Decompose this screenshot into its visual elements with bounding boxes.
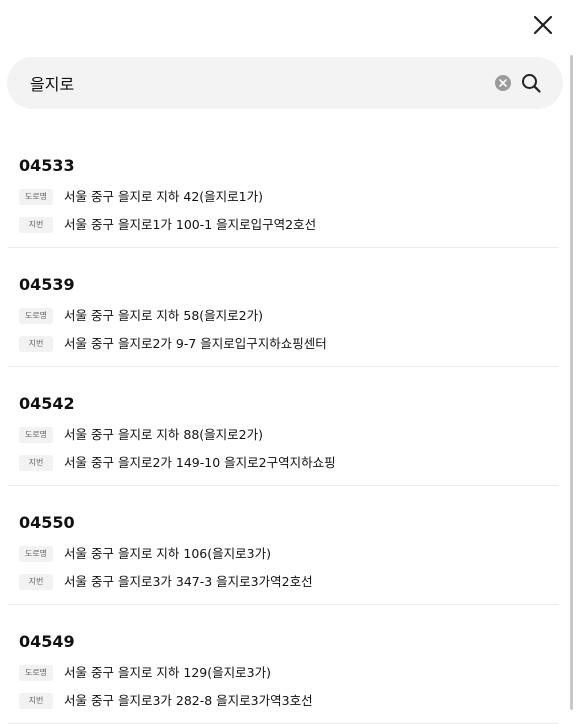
- road-address-row: 도로명 서울 중구 을지로 지하 42(을지로1가): [19, 188, 263, 206]
- lot-address-badge: 지번: [19, 693, 53, 709]
- lot-address-badge: 지번: [19, 217, 53, 233]
- road-address-badge: 도로명: [19, 427, 53, 443]
- road-address-badge: 도로명: [19, 546, 53, 562]
- road-address-row: 도로명 서울 중구 을지로 지하 88(을지로2가): [19, 426, 263, 444]
- clear-circle-icon: [495, 75, 511, 91]
- result-item[interactable]: 04550 도로명 서울 중구 을지로 지하 106(을지로3가) 지번 서울 …: [8, 487, 559, 605]
- zipcode: 04550: [19, 513, 75, 532]
- road-address-row: 도로명 서울 중구 을지로 지하 58(을지로2가): [19, 307, 263, 325]
- result-item[interactable]: 04542 도로명 서울 중구 을지로 지하 88(을지로2가) 지번 서울 중…: [8, 368, 559, 486]
- zipcode: 04542: [19, 394, 75, 413]
- road-address: 서울 중구 을지로 지하 58(을지로2가): [64, 308, 264, 323]
- close-icon: [533, 15, 553, 35]
- road-address: 서울 중구 을지로 지하 42(을지로1가): [64, 189, 264, 204]
- lot-address-row: 지번 서울 중구 을지로1가 100-1 을지로입구역2호선: [19, 216, 316, 234]
- lot-address-row: 지번 서울 중구 을지로3가 282-8 을지로3가역3호선: [19, 692, 313, 710]
- zipcode: 04549: [19, 632, 75, 651]
- road-address-row: 도로명 서울 중구 을지로 지하 129(을지로3가): [19, 664, 271, 682]
- clear-search-button[interactable]: [494, 74, 512, 92]
- close-button[interactable]: [529, 11, 557, 39]
- zipcode: 04539: [19, 275, 75, 294]
- lot-address-row: 지번 서울 중구 을지로2가 149-10 을지로2구역지하쇼핑: [19, 454, 336, 472]
- lot-address: 서울 중구 을지로2가 149-10 을지로2구역지하쇼핑: [64, 455, 336, 470]
- lot-address-badge: 지번: [19, 336, 53, 352]
- road-address-badge: 도로명: [19, 308, 53, 324]
- lot-address-row: 지번 서울 중구 을지로3가 347-3 을지로3가역2호선: [19, 573, 313, 591]
- road-address-row: 도로명 서울 중구 을지로 지하 106(을지로3가): [19, 545, 271, 563]
- result-item[interactable]: 04533 도로명 서울 중구 을지로 지하 42(을지로1가) 지번 서울 중…: [8, 130, 559, 248]
- lot-address: 서울 중구 을지로3가 347-3 을지로3가역2호선: [64, 574, 313, 589]
- lot-address: 서울 중구 을지로2가 9-7 을지로입구지하쇼핑센터: [64, 336, 327, 351]
- result-item[interactable]: 04539 도로명 서울 중구 을지로 지하 58(을지로2가) 지번 서울 중…: [8, 249, 559, 367]
- zipcode: 04533: [19, 156, 75, 175]
- lot-address-badge: 지번: [19, 574, 53, 590]
- road-address: 서울 중구 을지로 지하 106(을지로3가): [64, 546, 271, 561]
- search-icon: [522, 74, 541, 93]
- result-item[interactable]: 04549 도로명 서울 중구 을지로 지하 129(을지로3가) 지번 서울 …: [8, 606, 559, 724]
- lot-address: 서울 중구 을지로3가 282-8 을지로3가역3호선: [64, 693, 313, 708]
- search-button[interactable]: [520, 72, 542, 94]
- lot-address-row: 지번 서울 중구 을지로2가 9-7 을지로입구지하쇼핑센터: [19, 335, 327, 353]
- search-bar: [7, 57, 563, 109]
- road-address: 서울 중구 을지로 지하 88(을지로2가): [64, 427, 264, 442]
- road-address: 서울 중구 을지로 지하 129(을지로3가): [64, 665, 271, 680]
- road-address-badge: 도로명: [19, 665, 53, 681]
- results-list: 04533 도로명 서울 중구 을지로 지하 42(을지로1가) 지번 서울 중…: [0, 130, 572, 724]
- search-input[interactable]: [30, 70, 470, 96]
- lot-address: 서울 중구 을지로1가 100-1 을지로입구역2호선: [64, 217, 317, 232]
- lot-address-badge: 지번: [19, 455, 53, 471]
- scrollbar[interactable]: [570, 55, 573, 710]
- road-address-badge: 도로명: [19, 189, 53, 205]
